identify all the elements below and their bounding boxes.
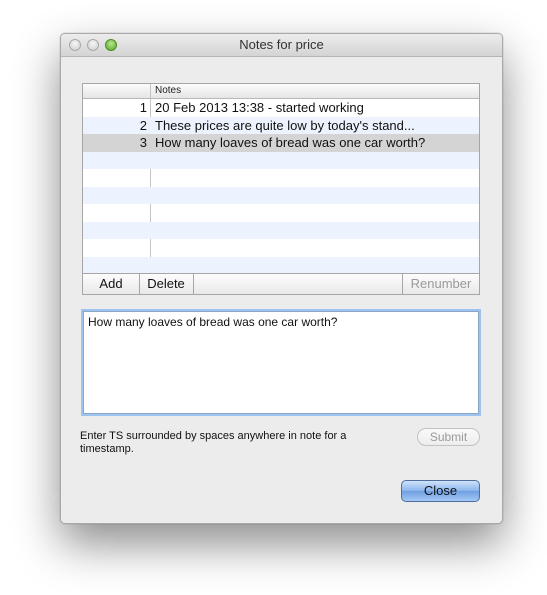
renumber-button[interactable]: Renumber [402, 274, 479, 294]
table-row[interactable]: 1 20 Feb 2013 13:38 - started working [83, 99, 479, 117]
table-rows: 1 20 Feb 2013 13:38 - started working 2 … [83, 99, 479, 293]
empty-row[interactable] [83, 186, 479, 204]
empty-row[interactable] [83, 204, 479, 222]
note-editor[interactable]: How many loaves of bread was one car wor… [83, 311, 479, 414]
table-row[interactable]: 2 These prices are quite low by today's … [83, 116, 479, 134]
row-number: 1 [139, 100, 147, 115]
row-note: How many loaves of bread was one car wor… [155, 135, 426, 150]
window-title: Notes for price [239, 37, 324, 52]
number-column-header[interactable] [83, 84, 151, 98]
table-button-bar: Add Delete Renumber [82, 273, 480, 295]
empty-row[interactable] [83, 239, 479, 257]
notes-window: Notes for price Notes 1 20 Feb 2013 13:3… [60, 33, 503, 524]
close-button[interactable]: Close [401, 480, 480, 502]
row-number: 3 [139, 135, 147, 150]
empty-row[interactable] [83, 169, 479, 187]
table-header: Notes [83, 84, 479, 99]
row-note: 20 Feb 2013 13:38 - started working [155, 100, 364, 115]
row-number: 2 [139, 117, 147, 133]
row-note: These prices are quite low by today's st… [155, 117, 415, 133]
empty-row[interactable] [83, 151, 479, 169]
timestamp-hint: Enter TS surrounded by spaces anywhere i… [80, 430, 347, 455]
title-bar[interactable]: Notes for price [61, 34, 502, 57]
empty-row[interactable] [83, 256, 479, 274]
empty-row[interactable] [83, 221, 479, 239]
table-row-selected[interactable]: 3 How many loaves of bread was one car w… [83, 134, 479, 152]
submit-button[interactable]: Submit [417, 428, 480, 446]
delete-button[interactable]: Delete [139, 274, 194, 294]
notes-table[interactable]: Notes 1 20 Feb 2013 13:38 - started work… [82, 83, 480, 294]
add-button[interactable]: Add [83, 274, 140, 294]
notes-column-header[interactable]: Notes [155, 85, 181, 96]
